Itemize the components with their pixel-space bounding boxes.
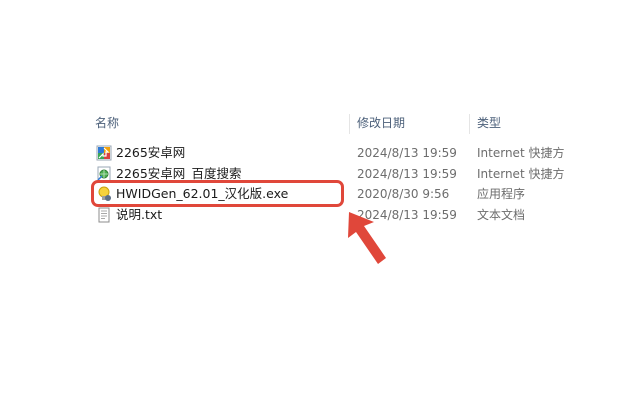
file-name: 说明.txt (116, 207, 163, 222)
internet-shortcut-icon (96, 145, 112, 161)
file-row[interactable]: 2265安卓网 2024/8/13 19:59 Internet 快捷方 (94, 143, 594, 164)
column-header-type[interactable]: 类型 (477, 114, 501, 132)
column-header-name[interactable]: 名称 (95, 114, 119, 132)
file-type: Internet 快捷方 (477, 167, 565, 181)
column-header-date[interactable]: 修改日期 (357, 114, 405, 132)
column-divider[interactable] (469, 114, 470, 134)
file-modified-date: 2024/8/13 19:59 (357, 146, 457, 160)
file-name: 2265安卓网 (116, 145, 186, 160)
file-type: Internet 快捷方 (477, 146, 565, 160)
text-document-icon (98, 207, 110, 223)
pointer-arrow-icon (348, 212, 386, 264)
file-type: 应用程序 (477, 187, 526, 201)
file-type: 文本文档 (477, 208, 526, 222)
highlight-frame (91, 180, 344, 207)
column-divider[interactable] (349, 114, 350, 134)
file-modified-date: 2024/8/13 19:59 (357, 167, 457, 181)
column-header-row: 名称 修改日期 类型 (0, 114, 640, 134)
